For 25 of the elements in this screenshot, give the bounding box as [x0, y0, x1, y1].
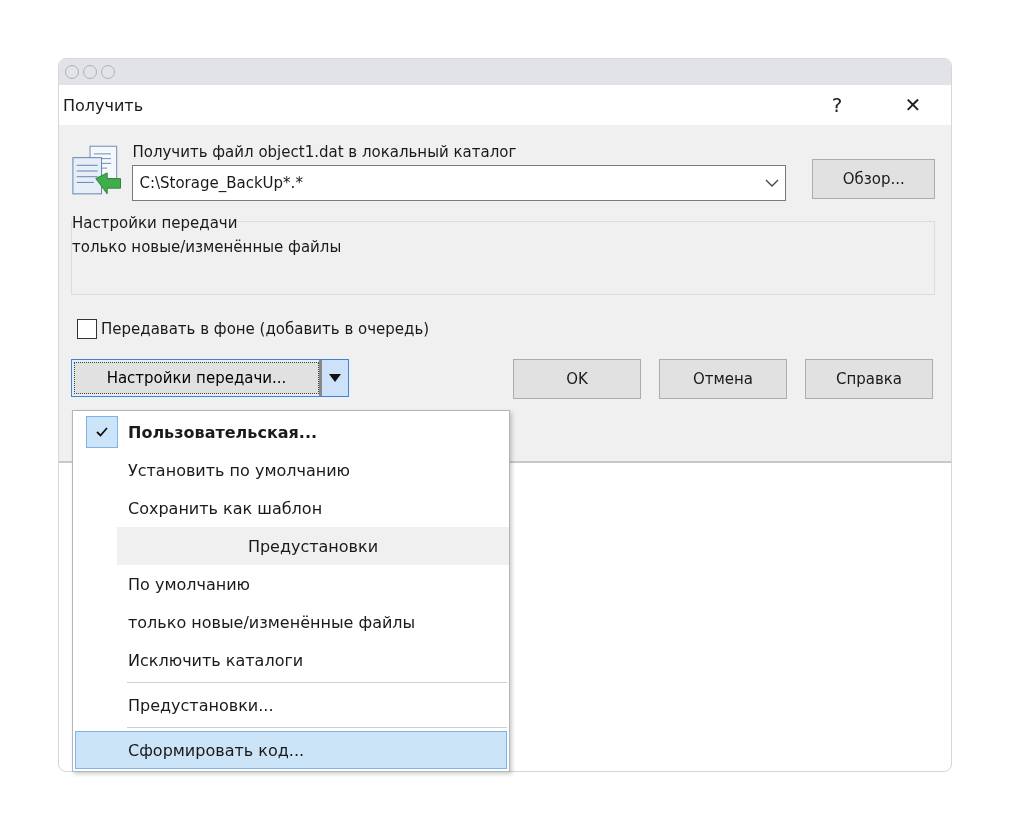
browse-button[interactable]: Обзор...: [812, 159, 935, 199]
close-button[interactable]: ✕: [875, 85, 951, 125]
window-title: Получить: [63, 95, 145, 115]
settings-value: только новые/изменённые файлы: [72, 238, 343, 256]
menu-item[interactable]: Сохранить как шаблон: [75, 489, 507, 527]
menu-section-header: Предустановки: [117, 527, 509, 565]
menu-item[interactable]: только новые/изменённые файлы: [75, 603, 507, 641]
menu-item[interactable]: Установить по умолчанию: [75, 451, 507, 489]
menu-item[interactable]: Сформировать код...: [75, 731, 507, 769]
dialog-button[interactable]: Отмена: [659, 359, 787, 399]
path-combobox[interactable]: C:\Storage_BackUp*.*: [132, 165, 787, 201]
menu-item[interactable]: Исключить каталоги: [75, 641, 507, 679]
settings-split-button[interactable]: Настройки передачи...: [71, 359, 349, 397]
menu-item[interactable]: Пользовательская...: [75, 413, 507, 451]
group-legend: Настройки передачи: [72, 214, 238, 232]
checkbox[interactable]: [77, 319, 97, 339]
dialog-button[interactable]: Справка: [805, 359, 933, 399]
target-label: Получить файл object1.dat в локальный каталог: [132, 143, 518, 161]
menu-item[interactable]: По умолчанию: [75, 565, 507, 603]
dropdown-arrow-icon: [329, 374, 341, 382]
checkbox-label[interactable]: Передавать в фоне (добавить в очередь): [101, 320, 430, 338]
menu-item[interactable]: Предустановки...: [75, 686, 507, 724]
help-button[interactable]: ?: [799, 85, 875, 125]
dialog-button[interactable]: OK: [513, 359, 641, 399]
chevron-down-icon: [765, 179, 780, 187]
